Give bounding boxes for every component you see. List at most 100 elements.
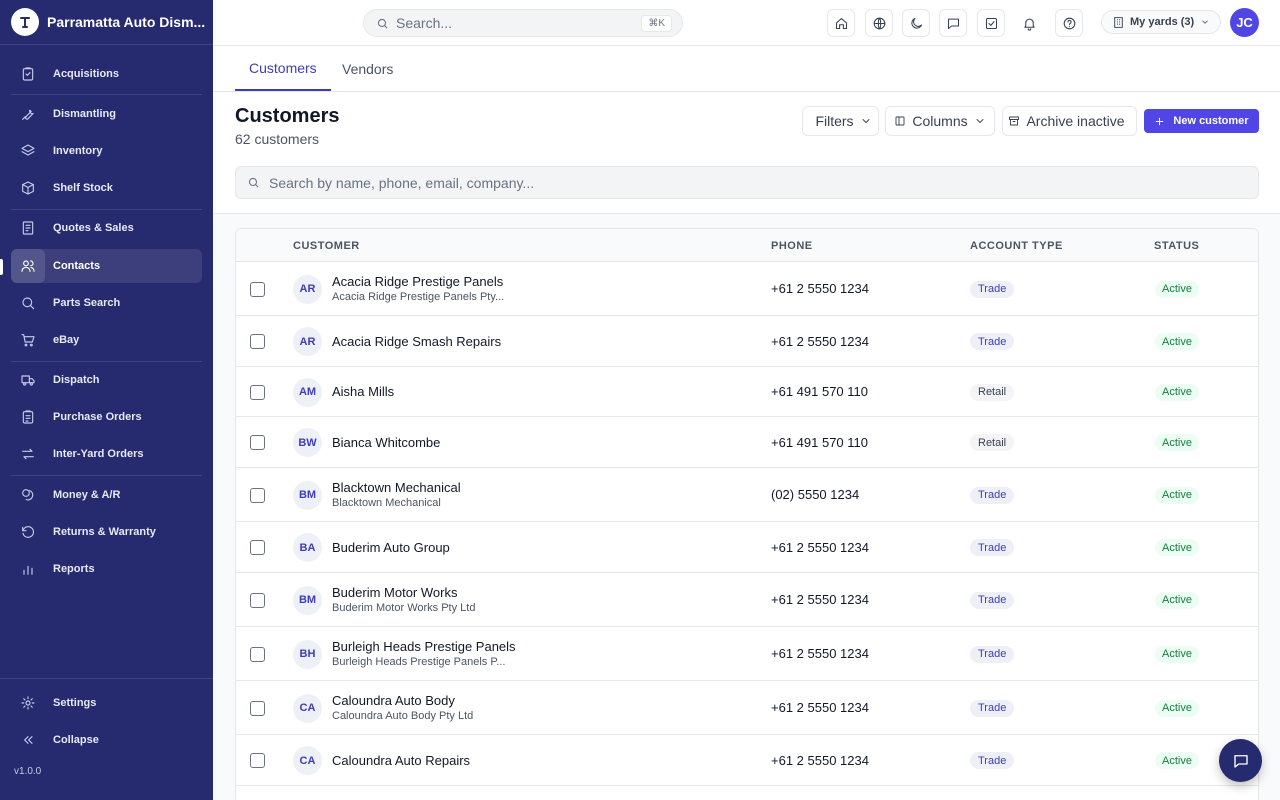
table-row[interactable]: BW Bianca Whitcombe +61 491 570 110 Retail A… [236,417,1258,468]
column-header-customer[interactable]: CUSTOMER [293,240,360,252]
columns-label: Columns [912,113,968,129]
cart-icon [11,323,45,357]
filters-button[interactable]: Filters [802,106,879,136]
row-checkbox[interactable] [250,334,265,349]
yard-selector-label: My yards (3) [1130,16,1195,28]
sidebar-item-reports[interactable]: Reports [11,552,202,586]
clipboard-icon [11,57,45,91]
user-avatar[interactable]: JC [1230,8,1259,37]
theme-toggle-button[interactable] [902,9,930,37]
customer-phone: +61 2 5550 1234 [771,333,869,349]
tab-customers[interactable]: Customers [235,46,331,91]
sidebar-item-money-ar[interactable]: Money & A/R [11,478,202,512]
customer-phone: +61 2 5550 1234 [771,539,869,555]
customer-name[interactable]: Aisha Mills [332,384,394,399]
sidebar-item-returns-warranty[interactable]: Returns & Warranty [11,515,202,549]
building-icon [1114,16,1123,28]
archive-icon [1009,116,1020,126]
notifications-button[interactable] [1015,9,1043,37]
wrench-icon [11,97,45,131]
column-header-account-type[interactable]: ACCOUNT TYPE [970,240,1063,252]
column-header-phone[interactable]: PHONE [771,240,813,252]
sidebar-item-label: Quotes & Sales [53,222,134,234]
customer-avatar: BH [293,639,322,669]
sidebar-item-ebay[interactable]: eBay [11,323,202,357]
row-checkbox[interactable] [250,540,265,555]
global-search-input[interactable] [396,15,616,31]
status-badge: Active [1155,539,1199,556]
home-button[interactable] [827,9,855,37]
sidebar-item-label: Inter-Yard Orders [53,448,144,460]
sidebar-item-inter-yard-orders[interactable]: Inter-Yard Orders [11,437,202,471]
sidebar-item-label: Money & A/R [53,489,121,501]
status-badge: Active [1155,752,1199,769]
account-type-badge: Trade [970,333,1015,350]
customer-avatar: BW [293,428,322,457]
table-row[interactable]: BM Blacktown Mechanical Blacktown Mechanic… [236,468,1258,522]
customer-name[interactable]: Acacia Ridge Prestige Panels [332,274,503,289]
row-checkbox[interactable] [250,592,265,608]
chat-button[interactable] [1219,739,1262,782]
row-checkbox[interactable] [250,487,265,503]
row-checkbox[interactable] [250,384,265,400]
sidebar-item-shelf-stock[interactable]: Shelf Stock [11,171,202,205]
customer-name[interactable]: Buderim Auto Group [332,540,450,555]
yard-selector[interactable]: My yards (3) [1101,10,1222,34]
sidebar-item-settings[interactable]: Settings [11,686,202,720]
sidebar-item-inventory[interactable]: Inventory [11,134,202,168]
sidebar-item-label: Dispatch [53,374,100,386]
customer-company: Buderim Motor Works Pty Ltd [332,602,476,614]
row-checkbox[interactable] [250,435,265,450]
customer-search-input[interactable] [269,174,1169,191]
sidebar-item-purchase-orders[interactable]: Purchase Orders [11,400,202,434]
columns-button[interactable]: Columns [885,106,995,136]
sidebar-item-dismantling[interactable]: Dismantling [11,97,202,131]
sidebar-collapse-button[interactable]: Collapse [11,723,202,757]
sidebar-item-contacts[interactable]: Contacts [11,249,202,283]
customer-avatar: BM [293,480,322,510]
table-row[interactable]: AR Acacia Ridge Prestige Panels Acacia Rid… [236,262,1258,316]
sidebar-item-label: eBay [53,334,80,346]
messages-button[interactable] [939,9,967,37]
table-row[interactable]: BM Buderim Motor Works Buderim Motor Works… [236,573,1258,627]
customer-phone: +61 2 5550 1234 [771,281,869,296]
status-badge: Active [1155,699,1199,717]
users-icon [11,249,45,283]
sidebar-item-parts-search[interactable]: Parts Search [11,286,202,320]
table-row[interactable]: BA Buderim Auto Group +61 2 5550 1234 Trade… [236,522,1258,573]
table-row[interactable]: CA Caloundra Auto Body Caloundra Auto Body… [236,681,1258,735]
row-checkbox[interactable] [250,281,265,297]
tasks-button[interactable] [977,9,1005,37]
help-button[interactable] [1055,9,1083,37]
row-checkbox[interactable] [250,700,265,716]
sidebar-item-dispatch[interactable]: Dispatch [11,363,202,397]
customer-name[interactable]: Buderim Motor Works [332,585,457,600]
tab-vendors[interactable]: Vendors [328,46,407,91]
customer-name[interactable]: Caloundra Auto Repairs [332,753,470,768]
customer-name[interactable]: Bianca Whitcombe [332,435,440,450]
sidebar-item-quotes-sales[interactable]: Quotes & Sales [11,211,202,245]
search-icon [377,18,388,28]
chevron-down-icon [862,119,870,123]
column-header-status[interactable]: STATUS [1154,240,1199,252]
status-badge: Active [1155,383,1199,401]
table-row[interactable]: AM Aisha Mills +61 491 570 110 Retail Active [236,367,1258,417]
new-customer-button[interactable]: New customer [1144,109,1259,133]
sidebar-item-acquisitions[interactable]: Acquisitions [11,57,202,91]
globe-button[interactable] [865,9,893,37]
table-row[interactable]: CA Caloundra Auto Repairs +61 2 5550 1234 T… [236,735,1258,786]
archive-inactive-button[interactable]: Archive inactive [1002,106,1137,136]
customer-name[interactable]: Burleigh Heads Prestige Panels [332,639,516,654]
account-type-badge: Trade [970,486,1015,504]
customer-search[interactable] [235,166,1259,199]
row-checkbox[interactable] [250,753,265,768]
brand[interactable]: Parramatta Auto Dism... [0,0,213,45]
customer-name[interactable]: Blacktown Mechanical [332,480,461,495]
customer-name[interactable]: Acacia Ridge Smash Repairs [332,334,501,349]
row-checkbox[interactable] [250,646,265,662]
global-search[interactable]: ⌘K [363,9,683,37]
table-row[interactable]: AR Acacia Ridge Smash Repairs +61 2 5550 1… [236,316,1258,367]
account-type-badge: Trade [970,699,1015,717]
customer-name[interactable]: Caloundra Auto Body [332,693,455,708]
table-row[interactable]: BH Burleigh Heads Prestige Panels Burleigh… [236,627,1258,681]
